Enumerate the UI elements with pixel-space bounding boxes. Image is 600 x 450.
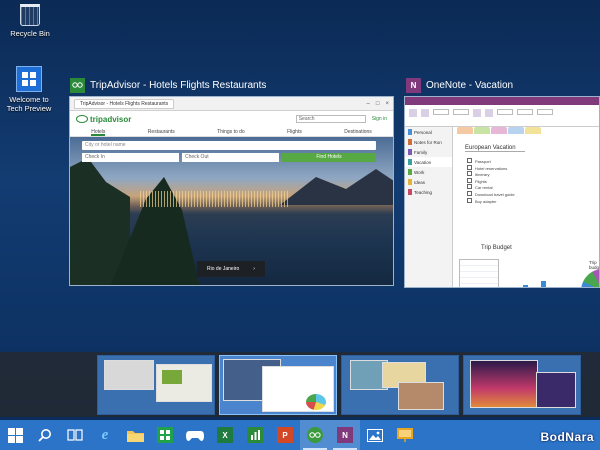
onenote-window-title[interactable]: N OneNote - Vacation (406, 77, 513, 93)
xbox[interactable] (180, 420, 210, 450)
onenote-window[interactable]: Personal Notes for Ron Family Vacation W… (404, 96, 600, 288)
budget-table[interactable] (459, 259, 499, 287)
tripadvisor-window[interactable]: TripAdvisor - Hotels Flights Restaurants… (69, 96, 394, 286)
budget-heading: Trip Budget (481, 245, 512, 251)
close-icon[interactable]: × (385, 101, 389, 107)
photos-app[interactable] (360, 420, 390, 450)
notebook-item[interactable]: Teaching (405, 187, 452, 197)
budget-bar-chart (523, 267, 573, 287)
list-item[interactable]: Itinerary (467, 171, 599, 178)
desktop-icon-label: Recycle Bin (10, 29, 50, 38)
maximize-icon[interactable]: □ (376, 101, 380, 107)
virtual-desktop-2[interactable] (219, 355, 337, 415)
tripadvisor-header: tripadvisor Search Sign in (70, 111, 393, 127)
desktop-icon-recycle-bin[interactable]: Recycle Bin (0, 4, 60, 38)
tripadvisor-window-title[interactable]: TripAdvisor - Hotels Flights Restaurants (70, 77, 266, 93)
excel[interactable]: X (210, 420, 240, 450)
chevron-right-icon: › (253, 266, 255, 272)
photos-icon (367, 428, 383, 442)
search-icon (38, 429, 51, 442)
notebook-item[interactable]: Personal (405, 127, 452, 137)
nav-restaurants[interactable]: Restaurants (148, 127, 175, 136)
onenote-ribbon (405, 97, 599, 127)
tripadvisor-icon (307, 427, 323, 443)
notebook-item[interactable]: Work (405, 167, 452, 177)
owl-icon (76, 115, 88, 123)
windows-store[interactable] (150, 420, 180, 450)
notebook-item[interactable]: Vacation (405, 157, 452, 167)
slides-app[interactable] (390, 420, 420, 450)
onenote-icon: N (337, 427, 353, 443)
find-hotels-button[interactable]: Find Hotels (282, 153, 376, 162)
search-button[interactable] (30, 420, 60, 450)
game-controller-icon (186, 430, 204, 441)
notebook-list: Personal Notes for Ron Family Vacation W… (405, 127, 453, 287)
powerpoint[interactable]: P (270, 420, 300, 450)
folder-icon (126, 430, 144, 442)
notebook-item[interactable]: Family (405, 147, 452, 157)
window-title-text: TripAdvisor - Hotels Flights Restaurants (90, 79, 267, 91)
browser-tabbar: TripAdvisor - Hotels Flights Restaurants… (70, 97, 393, 111)
checklist: Passport Hotel reservations Itinerary Fl… (467, 158, 599, 204)
budget-pie-chart (581, 269, 599, 287)
hero-caption[interactable]: Rio de Janeiro › (197, 261, 265, 277)
taskbar: e X P N BodNara (0, 420, 600, 450)
virtual-desktop-4[interactable] (463, 355, 581, 415)
desktop-icon-welcome[interactable]: Welcome to Tech Preview (0, 66, 64, 113)
onenote-app[interactable]: N (330, 420, 360, 450)
virtual-desktop-1[interactable] (97, 355, 215, 415)
windows-logo-icon (7, 427, 23, 443)
onenote-page[interactable]: European Vacation Passport Hotel reserva… (453, 127, 599, 287)
nav-destinations[interactable]: Destinations (344, 127, 372, 136)
store-icon (157, 427, 173, 443)
tripadvisor-icon (70, 77, 85, 93)
file-explorer[interactable] (120, 420, 150, 450)
chart-icon (247, 427, 263, 443)
list-item[interactable]: Buy adapter (467, 198, 599, 205)
browser-tab[interactable]: TripAdvisor - Hotels Flights Restaurants (74, 98, 175, 109)
task-view-icon (67, 429, 83, 441)
page-title: European Vacation (465, 145, 525, 152)
search-input[interactable]: Search (295, 115, 366, 123)
excel-chart[interactable] (240, 420, 270, 450)
list-item[interactable]: Download travel guide (467, 191, 599, 198)
list-item[interactable]: Hotel reservations (467, 165, 599, 172)
hotel-search-form: City or hotel name Check In Check Out Fi… (82, 141, 376, 162)
tripadvisor-nav: Hotels Restaurants Things to do Flights … (70, 127, 393, 137)
desktop-icon-label: Welcome to Tech Preview (6, 95, 52, 113)
start-button[interactable] (0, 420, 30, 450)
nav-hotels[interactable]: Hotels (91, 127, 106, 136)
tripadvisor-app[interactable] (300, 420, 330, 450)
check-in-input[interactable]: Check In (82, 153, 179, 162)
list-item[interactable]: Car rental (467, 184, 599, 191)
virtual-desktop-3[interactable] (341, 355, 459, 415)
slides-icon (397, 428, 413, 442)
check-out-input[interactable]: Check Out (182, 153, 279, 162)
nav-flights[interactable]: Flights (287, 127, 302, 136)
list-item[interactable]: Passport (467, 158, 599, 165)
internet-explorer[interactable]: e (90, 420, 120, 450)
section-tabs (453, 127, 599, 135)
ie-icon: e (101, 426, 109, 443)
recycle-bin-icon (20, 4, 40, 26)
onenote-icon: N (406, 77, 421, 93)
powerpoint-icon: P (277, 427, 293, 443)
notebook-item[interactable]: Notes for Ron (405, 137, 452, 147)
minimize-icon[interactable]: – (367, 101, 370, 107)
sign-in-link[interactable]: Sign in (372, 116, 387, 122)
list-item[interactable]: Flights (467, 178, 599, 185)
notebook-item[interactable]: Ideas (405, 177, 452, 187)
where-input[interactable]: City or hotel name (82, 141, 376, 150)
excel-icon: X (217, 427, 233, 443)
nav-things-to-do[interactable]: Things to do (217, 127, 245, 136)
watermark-brand: BodNara (540, 430, 594, 444)
tripadvisor-logo[interactable]: tripadvisor (76, 115, 131, 124)
windows-logo-icon (16, 66, 42, 92)
task-view-button[interactable] (60, 420, 90, 450)
window-title-text: OneNote - Vacation (426, 79, 514, 91)
